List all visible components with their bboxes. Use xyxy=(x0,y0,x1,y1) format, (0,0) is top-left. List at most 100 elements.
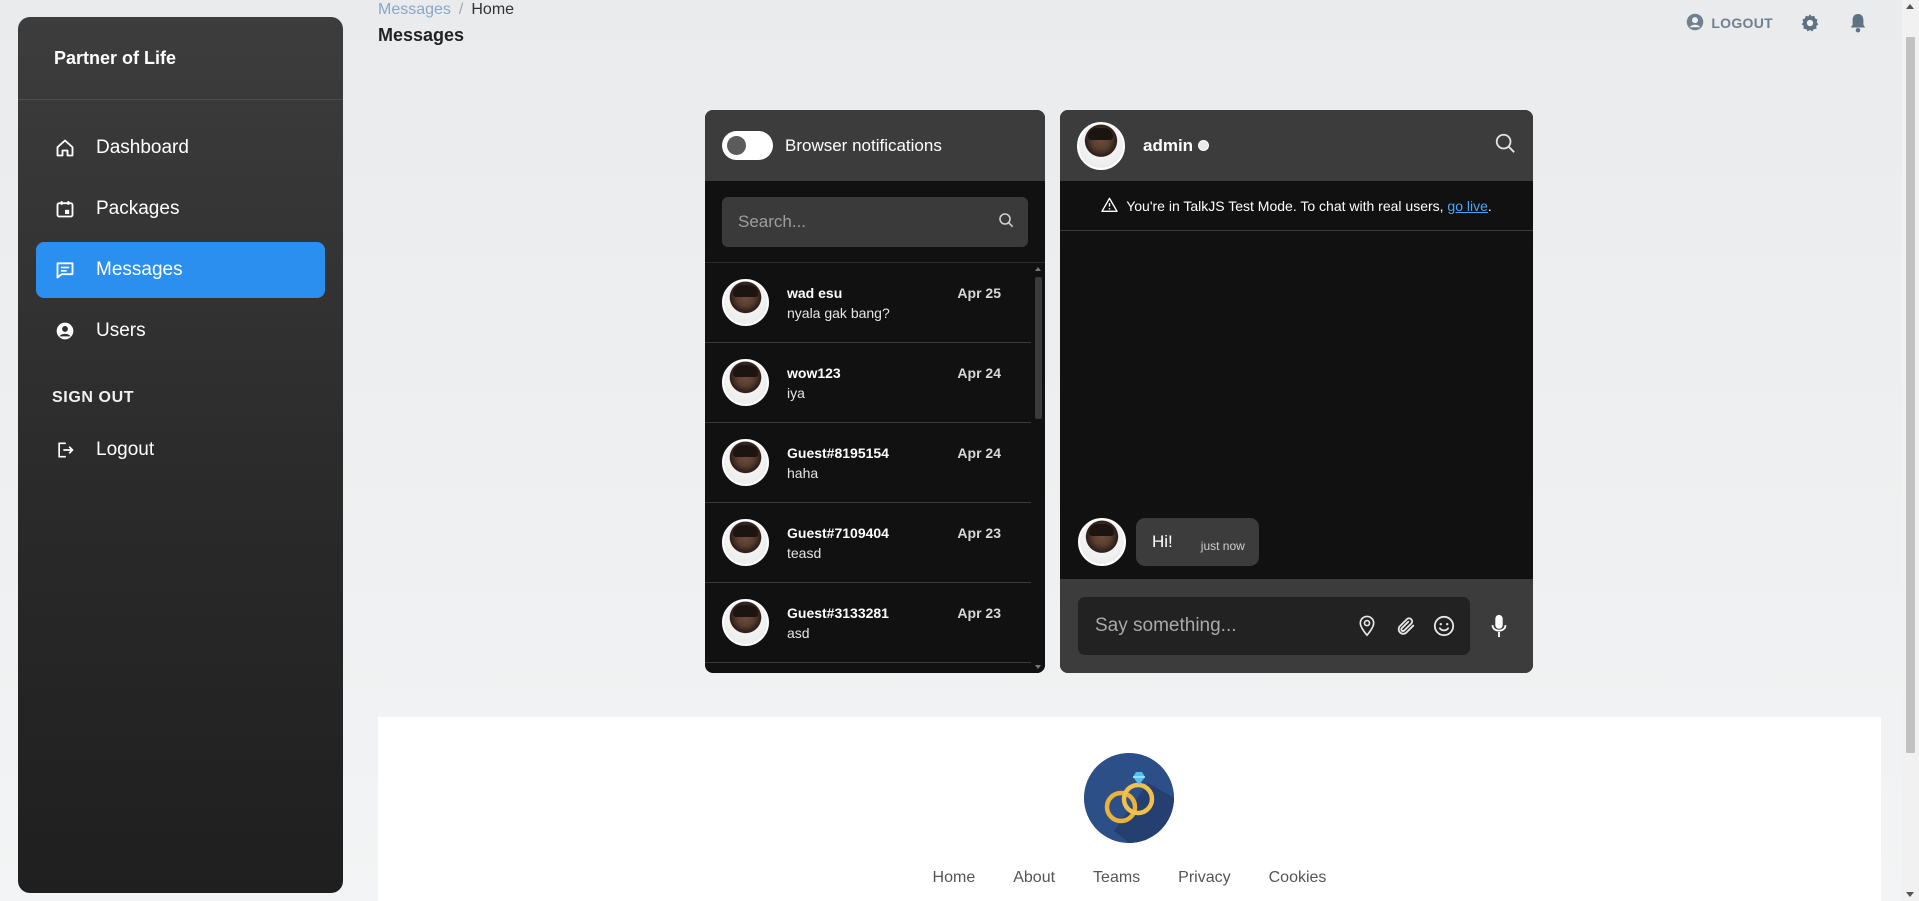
sidebar-item-label: Logout xyxy=(96,439,155,460)
inbox-header: Browser notifications xyxy=(705,110,1045,181)
conversation-last-message: iya xyxy=(787,384,805,401)
search-icon[interactable] xyxy=(1494,132,1516,159)
list-item[interactable]: Guest#7109404 Apr 23 teasd xyxy=(705,503,1031,583)
message-bubble[interactable]: Hi! just now xyxy=(1136,518,1259,566)
browser-notifications-toggle[interactable] xyxy=(722,131,773,160)
microphone-icon[interactable] xyxy=(1485,612,1513,640)
message-area: Hi! just now xyxy=(1060,231,1533,579)
conversation-summary: wad esu Apr 25 nyala gak bang? xyxy=(787,285,1001,321)
footer: Home About Teams Privacy Cookies xyxy=(378,717,1881,901)
breadcrumb-current: Home xyxy=(471,1,515,18)
scroll-down-arrow-icon[interactable] xyxy=(1906,892,1914,897)
footer-link-cookies[interactable]: Cookies xyxy=(1269,869,1327,887)
chat-user-name[interactable]: admin xyxy=(1143,136,1193,156)
user-circle-icon xyxy=(54,320,76,342)
avatar xyxy=(722,439,769,486)
avatar xyxy=(722,359,769,406)
conversation-summary: Guest#8195154 Apr 24 haha xyxy=(787,445,1001,481)
conversation-last-message: nyala gak bang? xyxy=(787,304,890,321)
sign-out-section-heading: SIGN OUT xyxy=(52,389,135,406)
message-timestamp: just now xyxy=(1200,539,1245,553)
breadcrumb-link[interactable]: Messages xyxy=(378,1,451,18)
test-mode-message: You're in TalkJS Test Mode. To chat with… xyxy=(1126,197,1444,214)
footer-link-about[interactable]: About xyxy=(1013,869,1055,887)
conversation-last-message: haha xyxy=(787,464,819,481)
footer-link-privacy[interactable]: Privacy xyxy=(1178,869,1230,887)
sidebar-item-dashboard[interactable]: Dashboard xyxy=(36,120,325,176)
sidebar-item-messages[interactable]: Messages xyxy=(36,242,325,298)
chat-icon xyxy=(54,259,76,281)
conversation-date: Apr 24 xyxy=(957,364,1001,381)
bell-icon[interactable] xyxy=(1847,12,1869,34)
conversation-header-row: Guest#8195154 Apr 24 xyxy=(787,445,1001,461)
message-text: Hi! xyxy=(1152,532,1173,551)
inbox-search-area xyxy=(705,181,1045,263)
sidebar-item-logout[interactable]: Logout xyxy=(36,422,325,478)
scroll-up-arrow-icon[interactable] xyxy=(1906,4,1914,9)
conversation-header-row: wad esu Apr 25 xyxy=(787,285,1001,301)
message-composer xyxy=(1060,579,1533,673)
test-mode-banner: You're in TalkJS Test Mode. To chat with… xyxy=(1060,181,1533,231)
gear-icon[interactable] xyxy=(1799,12,1821,34)
inbox-search-box xyxy=(722,197,1028,247)
list-item[interactable]: Guest#3133281 Apr 23 asd xyxy=(705,583,1031,663)
sidebar-item-label: Dashboard xyxy=(96,137,189,158)
brand-title[interactable]: Partner of Life xyxy=(18,17,343,100)
conversation-name: Guest#3133281 xyxy=(787,604,889,621)
page-scrollbar-thumb[interactable] xyxy=(1906,37,1915,753)
conversation-name: wow123 xyxy=(787,364,841,381)
avatar xyxy=(722,279,769,326)
conversation-name: Guest#7109404 xyxy=(787,524,889,541)
list-item[interactable]: Guest#8195154 Apr 24 haha xyxy=(705,423,1031,503)
top-actions: LOGOUT xyxy=(1686,12,1869,34)
calendar-icon xyxy=(54,198,76,220)
logout-icon xyxy=(54,439,76,461)
page-title: Messages xyxy=(378,25,465,45)
test-mode-text: You're in TalkJS Test Mode. To chat with… xyxy=(1126,198,1492,214)
conversation-name: Guest#8195154 xyxy=(787,444,889,461)
avatar[interactable] xyxy=(1077,121,1125,170)
warning-icon xyxy=(1101,197,1118,215)
list-item[interactable]: wad esu Apr 25 nyala gak bang? xyxy=(705,263,1031,343)
avatar xyxy=(1078,518,1126,566)
sidebar-item-label: Packages xyxy=(96,198,180,219)
location-pin-icon[interactable] xyxy=(1355,613,1379,639)
conversation-date: Apr 24 xyxy=(957,444,1001,461)
conversation-date: Apr 23 xyxy=(957,524,1001,541)
header-logout-label: LOGOUT xyxy=(1711,15,1773,31)
scrollbar-thumb[interactable] xyxy=(1035,277,1042,419)
message-row: Hi! just now xyxy=(1078,518,1259,566)
page-scrollbar[interactable] xyxy=(1902,0,1919,901)
composer-box xyxy=(1078,597,1470,655)
footer-links: Home About Teams Privacy Cookies xyxy=(378,869,1881,887)
sidebar: Partner of Life Dashboard Packages Messa… xyxy=(18,17,343,893)
paperclip-icon[interactable] xyxy=(1394,613,1418,639)
online-status-icon xyxy=(1198,140,1210,151)
conversation-summary: wow123 Apr 24 iya xyxy=(787,365,1001,401)
search-input[interactable] xyxy=(738,212,998,232)
go-live-link[interactable]: go live xyxy=(1447,198,1487,214)
sidebar-item-packages[interactable]: Packages xyxy=(36,181,325,237)
emoji-icon[interactable] xyxy=(1432,613,1456,639)
conversation-summary: Guest#3133281 Apr 23 asd xyxy=(787,605,1001,641)
scroll-up-arrow-icon[interactable] xyxy=(1035,267,1041,271)
chat-panel: admin You're in TalkJS Test Mode. To cha… xyxy=(1060,110,1533,673)
conversation-list[interactable]: wad esu Apr 25 nyala gak bang? wow123 Ap… xyxy=(705,263,1045,673)
sidebar-item-users[interactable]: Users xyxy=(36,303,325,359)
conversation-date: Apr 25 xyxy=(957,284,1001,301)
sidebar-item-label: Messages xyxy=(96,259,183,280)
conversation-date: Apr 23 xyxy=(957,604,1001,621)
conversation-header-row: Guest#7109404 Apr 23 xyxy=(787,525,1001,541)
footer-link-home[interactable]: Home xyxy=(933,869,976,887)
footer-link-teams[interactable]: Teams xyxy=(1093,869,1140,887)
header-logout-button[interactable]: LOGOUT xyxy=(1686,13,1773,34)
conversation-header-row: wow123 Apr 24 xyxy=(787,365,1001,381)
scroll-down-arrow-icon[interactable] xyxy=(1035,665,1041,669)
search-icon[interactable] xyxy=(998,212,1014,233)
conversation-last-message: asd xyxy=(787,624,810,641)
conversation-list-panel: Browser notifications wad esu Apr 25 nya… xyxy=(705,110,1045,673)
avatar xyxy=(722,519,769,566)
conversation-list-scrollbar[interactable] xyxy=(1031,263,1045,673)
list-item[interactable]: wow123 Apr 24 iya xyxy=(705,343,1031,423)
message-input[interactable] xyxy=(1095,615,1340,637)
